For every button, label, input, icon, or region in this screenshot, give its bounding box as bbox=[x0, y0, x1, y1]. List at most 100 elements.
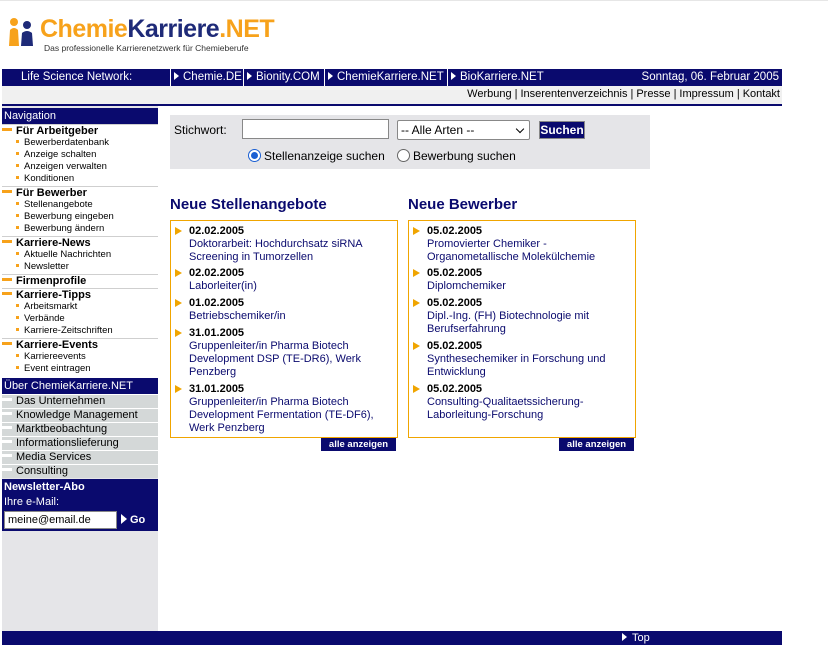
nav-item-anzeige-schalten[interactable]: Anzeige schalten bbox=[16, 149, 96, 161]
job-link[interactable]: Laborleiter(in) bbox=[189, 280, 389, 293]
keyword-label: Stichwort: bbox=[174, 123, 227, 137]
applicant-link[interactable]: Promovierter Chemiker - Organometallisch… bbox=[427, 238, 627, 264]
sidebar: Navigation Für Arbeitgeber Bewerberdaten… bbox=[2, 106, 158, 631]
radio-bewerbung[interactable]: Bewerbung suchen bbox=[397, 149, 516, 163]
job-link[interactable]: Gruppenleiter/in Pharma Biotech Developm… bbox=[189, 340, 389, 379]
link-presse[interactable]: Presse bbox=[636, 88, 670, 100]
link-werbung[interactable]: Werbung bbox=[467, 88, 511, 100]
nav-item-bewerberdatenbank[interactable]: Bewerberdatenbank bbox=[16, 137, 109, 149]
nav-item-event-eintragen[interactable]: Event eintragen bbox=[16, 363, 91, 375]
search-button[interactable]: Suchen bbox=[539, 121, 585, 139]
divider bbox=[324, 69, 325, 86]
triangle-right-icon bbox=[413, 385, 420, 393]
logo-wordmark: ChemieKarriere.NET bbox=[40, 15, 275, 43]
radio-stellenanzeige[interactable]: Stellenanzeige suchen bbox=[248, 149, 385, 163]
nav-item-arbeitsmarkt[interactable]: Arbeitsmarkt bbox=[16, 301, 77, 313]
show-all-applicants-button[interactable]: alle anzeigen bbox=[559, 438, 634, 451]
nav-section-karriere-news[interactable]: Karriere-News bbox=[2, 236, 158, 249]
newsletter-box: Newsletter-Abo Ihre e-Mail: Go bbox=[2, 479, 158, 531]
search-panel: Stichwort: -- Alle Arten -- Suchen Stell… bbox=[170, 115, 650, 169]
show-all-jobs-button[interactable]: alle anzeigen bbox=[321, 438, 396, 451]
divider bbox=[170, 69, 171, 86]
triangle-right-icon bbox=[174, 72, 179, 80]
triangle-right-icon bbox=[413, 227, 420, 235]
divider bbox=[447, 69, 448, 86]
logo-tagline: Das professionelle Karrierenetzwerk für … bbox=[44, 43, 249, 53]
footer-bar: Top bbox=[2, 631, 782, 645]
newsletter-title: Newsletter-Abo bbox=[4, 481, 85, 493]
about-heading: Über ChemieKarriere.NET bbox=[2, 378, 158, 394]
nav-item-bewerbung-eingeben[interactable]: Bewerbung eingeben bbox=[16, 211, 114, 223]
applicant-link[interactable]: Dipl.-Ing. (FH) Biotechnologie mit Beruf… bbox=[427, 310, 627, 336]
site-logo[interactable]: ChemieKarriere.NET Das professionelle Ka… bbox=[6, 14, 306, 54]
link-inserentenverzeichnis[interactable]: Inserentenverzeichnis bbox=[520, 88, 627, 100]
nav-section-bewerber[interactable]: Für Bewerber bbox=[2, 186, 158, 199]
radio-selected-icon bbox=[248, 149, 261, 162]
about-item-consulting[interactable]: Consulting bbox=[2, 464, 158, 478]
email-field[interactable] bbox=[4, 511, 117, 529]
triangle-right-icon bbox=[328, 72, 333, 80]
nav-section-karriere-events[interactable]: Karriere-Events bbox=[2, 338, 158, 351]
triangle-right-icon bbox=[413, 342, 420, 350]
triangle-right-icon bbox=[451, 72, 456, 80]
utility-bar: Werbung | Inserentenverzeichnis | Presse | Imp… bbox=[2, 86, 782, 104]
chevron-down-icon bbox=[515, 124, 525, 134]
applicant-link[interactable]: Consulting-Qualitaetssicherung-Laborleit… bbox=[427, 396, 627, 422]
go-button[interactable]: Go bbox=[121, 514, 145, 526]
triangle-right-icon bbox=[413, 269, 420, 277]
link-kontakt[interactable]: Kontakt bbox=[743, 88, 780, 100]
about-item-knowledge-management[interactable]: Knowledge Management bbox=[2, 408, 158, 422]
nav-item-karriereevents[interactable]: Karriereevents bbox=[16, 351, 86, 363]
triangle-right-icon bbox=[121, 514, 127, 524]
job-link[interactable]: Doktorarbeit: Hochdurchsatz siRNA Screen… bbox=[189, 238, 389, 264]
network-link-bionity[interactable]: Bionity.COM bbox=[247, 69, 320, 86]
nav-section-karriere-tipps[interactable]: Karriere-Tipps bbox=[2, 288, 158, 301]
network-link-chemiekarriere[interactable]: ChemieKarriere.NET bbox=[328, 69, 444, 86]
about-item-marktbeobachtung[interactable]: Marktbeobachtung bbox=[2, 422, 158, 436]
radio-empty-icon bbox=[397, 149, 410, 162]
jobs-list: 02.02.2005 Doktorarbeit: Hochdurchsatz si… bbox=[170, 220, 398, 438]
people-icon bbox=[9, 18, 33, 46]
network-link-biokarriere[interactable]: BioKarriere.NET bbox=[451, 69, 544, 86]
jobs-heading: Neue Stellenangebote bbox=[170, 196, 327, 213]
nav-item-bewerbung-aendern[interactable]: Bewerbung ändern bbox=[16, 223, 104, 235]
top-divider bbox=[0, 0, 828, 1]
triangle-right-icon bbox=[175, 385, 182, 393]
nav-item-aktuelle-nachrichten[interactable]: Aktuelle Nachrichten bbox=[16, 249, 111, 261]
network-label: Life Science Network: bbox=[21, 71, 133, 83]
triangle-right-icon bbox=[175, 329, 182, 337]
triangle-right-icon bbox=[175, 299, 182, 307]
job-link[interactable]: Gruppenleiter/in Pharma Biotech Developm… bbox=[189, 396, 389, 435]
nav-item-newsletter[interactable]: Newsletter bbox=[16, 261, 69, 273]
keyword-input[interactable] bbox=[242, 119, 389, 139]
network-bar: Life Science Network: Chemie.DE Bionity.… bbox=[2, 69, 782, 86]
triangle-right-icon bbox=[622, 633, 627, 641]
triangle-right-icon bbox=[175, 227, 182, 235]
network-link-chemie[interactable]: Chemie.DE bbox=[174, 69, 242, 86]
divider bbox=[243, 69, 244, 86]
nav-section-firmenprofile[interactable]: Firmenprofile bbox=[2, 274, 158, 287]
triangle-right-icon bbox=[175, 269, 182, 277]
applicants-heading: Neue Bewerber bbox=[408, 196, 518, 213]
nav-item-verbaende[interactable]: Verbände bbox=[16, 313, 65, 325]
nav-item-stellenangebote[interactable]: Stellenangebote bbox=[16, 199, 93, 211]
current-date: Sonntag, 06. Februar 2005 bbox=[641, 71, 779, 83]
nav-item-karriere-zeitschriften[interactable]: Karriere-Zeitschriften bbox=[16, 325, 113, 337]
job-link[interactable]: Betriebschemiker/in bbox=[189, 310, 389, 323]
applicant-link[interactable]: Synthesechemiker in Forschung und Entwic… bbox=[427, 353, 627, 379]
about-item-informationslieferung[interactable]: Informationslieferung bbox=[2, 436, 158, 450]
type-select[interactable]: -- Alle Arten -- bbox=[397, 120, 530, 140]
navigation-heading: Navigation bbox=[2, 108, 158, 124]
nav-item-konditionen[interactable]: Konditionen bbox=[16, 173, 74, 185]
back-to-top-link[interactable]: Top bbox=[622, 632, 650, 644]
triangle-right-icon bbox=[413, 299, 420, 307]
applicant-link[interactable]: Diplomchemiker bbox=[427, 280, 627, 293]
applicants-list: 05.02.2005 Promovierter Chemiker - Organo… bbox=[408, 220, 636, 438]
about-item-media-services[interactable]: Media Services bbox=[2, 450, 158, 464]
nav-section-arbeitgeber[interactable]: Für Arbeitgeber bbox=[2, 124, 158, 137]
nav-item-anzeigen-verwalten[interactable]: Anzeigen verwalten bbox=[16, 161, 107, 173]
email-label: Ihre e-Mail: bbox=[4, 496, 60, 508]
link-impressum[interactable]: Impressum bbox=[679, 88, 733, 100]
about-item-unternehmen[interactable]: Das Unternehmen bbox=[2, 394, 158, 408]
triangle-right-icon bbox=[247, 72, 252, 80]
